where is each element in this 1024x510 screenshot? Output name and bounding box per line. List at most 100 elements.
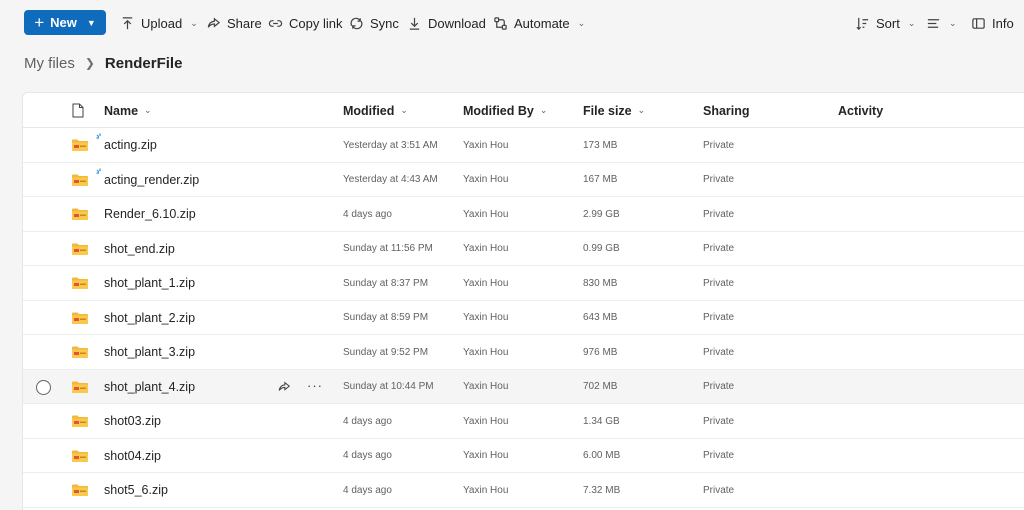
file-sharing: Private xyxy=(703,450,735,461)
file-row[interactable]: shot5_6.zip 4 days ago Yaxin Hou 7.32 MB… xyxy=(23,473,1024,508)
file-size: 0.99 GB xyxy=(583,243,620,254)
more-options-icon[interactable]: ··· xyxy=(307,378,323,393)
file-size: 2.99 GB xyxy=(583,208,620,220)
file-row[interactable]: Render_6.10.zip 4 days ago Yaxin Hou 2.9… xyxy=(23,197,1024,232)
file-name-link[interactable]: shot_plant_1.zip xyxy=(104,266,195,300)
file-name-link[interactable]: shot_end.zip xyxy=(104,232,175,266)
file-row[interactable]: shot_plant_1.zip Sunday at 8:37 PM Yaxin… xyxy=(23,266,1024,301)
file-name-link[interactable]: shot_plant_3.zip xyxy=(104,335,195,369)
zip-folder-icon xyxy=(72,484,88,496)
file-name-link[interactable]: shot04.zip xyxy=(104,439,161,473)
breadcrumb-my-files[interactable]: My files xyxy=(24,55,75,72)
sort-button[interactable]: Sort ⌄ xyxy=(855,0,915,46)
file-name-link[interactable]: shot_plant_2.zip xyxy=(104,301,195,335)
zip-folder-icon xyxy=(72,312,88,324)
breadcrumb-current-folder: RenderFile xyxy=(104,54,183,72)
file-name-link[interactable]: Render_6.10.zip xyxy=(104,197,196,231)
file-modified: 4 days ago xyxy=(343,208,392,220)
file-modified-by: Yaxin Hou xyxy=(463,346,509,358)
file-list: Name ⌄ Modified ⌄ Modified By ⌄ File siz… xyxy=(22,92,1024,510)
column-modified[interactable]: Modified ⌄ xyxy=(343,93,408,128)
breadcrumb: My files ❯ RenderFile xyxy=(24,52,182,74)
file-sharing: Private xyxy=(703,312,735,323)
copy-link-label: Copy link xyxy=(289,15,343,31)
file-row[interactable]: shot03.zip 4 days ago Yaxin Hou 1.34 GB … xyxy=(23,404,1024,439)
chevron-down-icon: ⌄ xyxy=(637,105,646,115)
sort-label: Sort xyxy=(876,15,900,31)
file-row[interactable]: shot_plant_2.zip Sunday at 8:59 PM Yaxin… xyxy=(23,301,1024,335)
select-checkbox[interactable] xyxy=(36,379,51,395)
file-row[interactable]: shot_end.zip Sunday at 11:56 PM Yaxin Ho… xyxy=(23,232,1024,266)
chevron-down-icon: ⌄ xyxy=(577,17,586,28)
file-name-link[interactable]: shot5_6.zip xyxy=(104,473,168,507)
column-file-size-label: File size xyxy=(583,103,632,118)
zip-folder-icon xyxy=(72,450,88,462)
file-size: 1.34 GB xyxy=(583,415,620,427)
info-pane-icon xyxy=(972,17,985,29)
column-activity-label: Activity xyxy=(838,103,884,118)
new-label: New xyxy=(50,15,77,30)
download-button[interactable]: Download xyxy=(407,0,486,46)
file-modified: Sunday at 8:37 PM xyxy=(343,277,429,289)
file-row[interactable]: acting.zip Yesterday at 3:51 AM Yaxin Ho… xyxy=(23,128,1024,163)
file-size: 643 MB xyxy=(583,312,618,323)
column-sharing-label: Sharing xyxy=(703,103,750,118)
file-modified: 4 days ago xyxy=(343,450,392,461)
share-button[interactable]: Share xyxy=(206,0,262,46)
file-modified: Sunday at 11:56 PM xyxy=(343,243,433,254)
file-sharing: Private xyxy=(703,484,735,496)
column-modified-by[interactable]: Modified By ⌄ xyxy=(463,93,547,128)
file-size: 6.00 MB xyxy=(583,450,621,461)
file-type-icon[interactable] xyxy=(72,103,84,118)
file-modified-by: Yaxin Hou xyxy=(463,208,509,220)
file-modified-by: Yaxin Hou xyxy=(463,174,509,185)
view-options-button[interactable]: ⌄ xyxy=(926,0,957,46)
zip-folder-icon xyxy=(72,174,88,186)
column-header-row: Name ⌄ Modified ⌄ Modified By ⌄ File siz… xyxy=(23,93,1024,128)
file-sharing: Private xyxy=(703,415,735,427)
file-row[interactable]: acting_render.zip Yesterday at 4:43 AM Y… xyxy=(23,163,1024,197)
column-name[interactable]: Name ⌄ xyxy=(104,93,152,128)
copy-link-button[interactable]: Copy link xyxy=(268,0,342,46)
sync-icon xyxy=(350,17,363,29)
share-icon[interactable] xyxy=(277,380,291,394)
new-button[interactable]: + New ▼ xyxy=(24,10,106,35)
automate-label: Automate xyxy=(514,15,570,31)
file-name-link[interactable]: shot03.zip xyxy=(104,404,161,438)
file-modified-by: Yaxin Hou xyxy=(463,139,509,151)
file-sharing: Private xyxy=(703,346,735,358)
share-icon xyxy=(207,17,221,28)
file-size: 702 MB xyxy=(583,381,618,392)
file-name-link[interactable]: acting.zip xyxy=(104,128,157,162)
column-modified-by-label: Modified By xyxy=(463,103,534,118)
column-file-size[interactable]: File size ⌄ xyxy=(583,93,645,128)
zip-folder-icon xyxy=(72,208,88,220)
file-modified-by: Yaxin Hou xyxy=(463,243,509,254)
chevron-down-icon: ⌄ xyxy=(949,17,957,28)
file-size: 7.32 MB xyxy=(583,484,621,496)
plus-icon: + xyxy=(34,13,45,32)
info-label: Info xyxy=(992,15,1014,31)
file-sharing: Private xyxy=(703,208,735,220)
file-name-link[interactable]: shot_plant_4.zip xyxy=(104,370,195,404)
file-modified: Sunday at 8:59 PM xyxy=(343,312,429,323)
info-button[interactable]: Info xyxy=(971,0,1014,46)
chevron-down-icon: ⌄ xyxy=(400,105,408,115)
file-row[interactable]: shot04.zip 4 days ago Yaxin Hou 6.00 MB … xyxy=(23,439,1024,473)
upload-button[interactable]: Upload ⌄ xyxy=(120,0,198,46)
file-name-link[interactable]: acting_render.zip xyxy=(104,163,199,197)
file-modified-by: Yaxin Hou xyxy=(463,450,509,461)
share-label: Share xyxy=(227,15,262,31)
chevron-down-icon: ⌄ xyxy=(144,105,152,115)
column-sharing[interactable]: Sharing xyxy=(703,93,750,128)
file-modified: 4 days ago xyxy=(343,415,392,427)
column-activity[interactable]: Activity xyxy=(838,93,883,128)
download-icon xyxy=(409,17,420,30)
file-row-hovered[interactable]: shot_plant_4.zip ··· Sunday at 10:44 PM … xyxy=(23,369,1024,404)
chevron-down-icon: ⌄ xyxy=(539,105,548,115)
sync-button[interactable]: Sync xyxy=(349,0,399,46)
file-row[interactable]: shot_plant_3.zip Sunday at 9:52 PM Yaxin… xyxy=(23,335,1024,370)
chevron-down-icon: ⌄ xyxy=(190,17,198,28)
file-sharing: Private xyxy=(703,174,735,185)
automate-button[interactable]: Automate ⌄ xyxy=(493,0,585,46)
